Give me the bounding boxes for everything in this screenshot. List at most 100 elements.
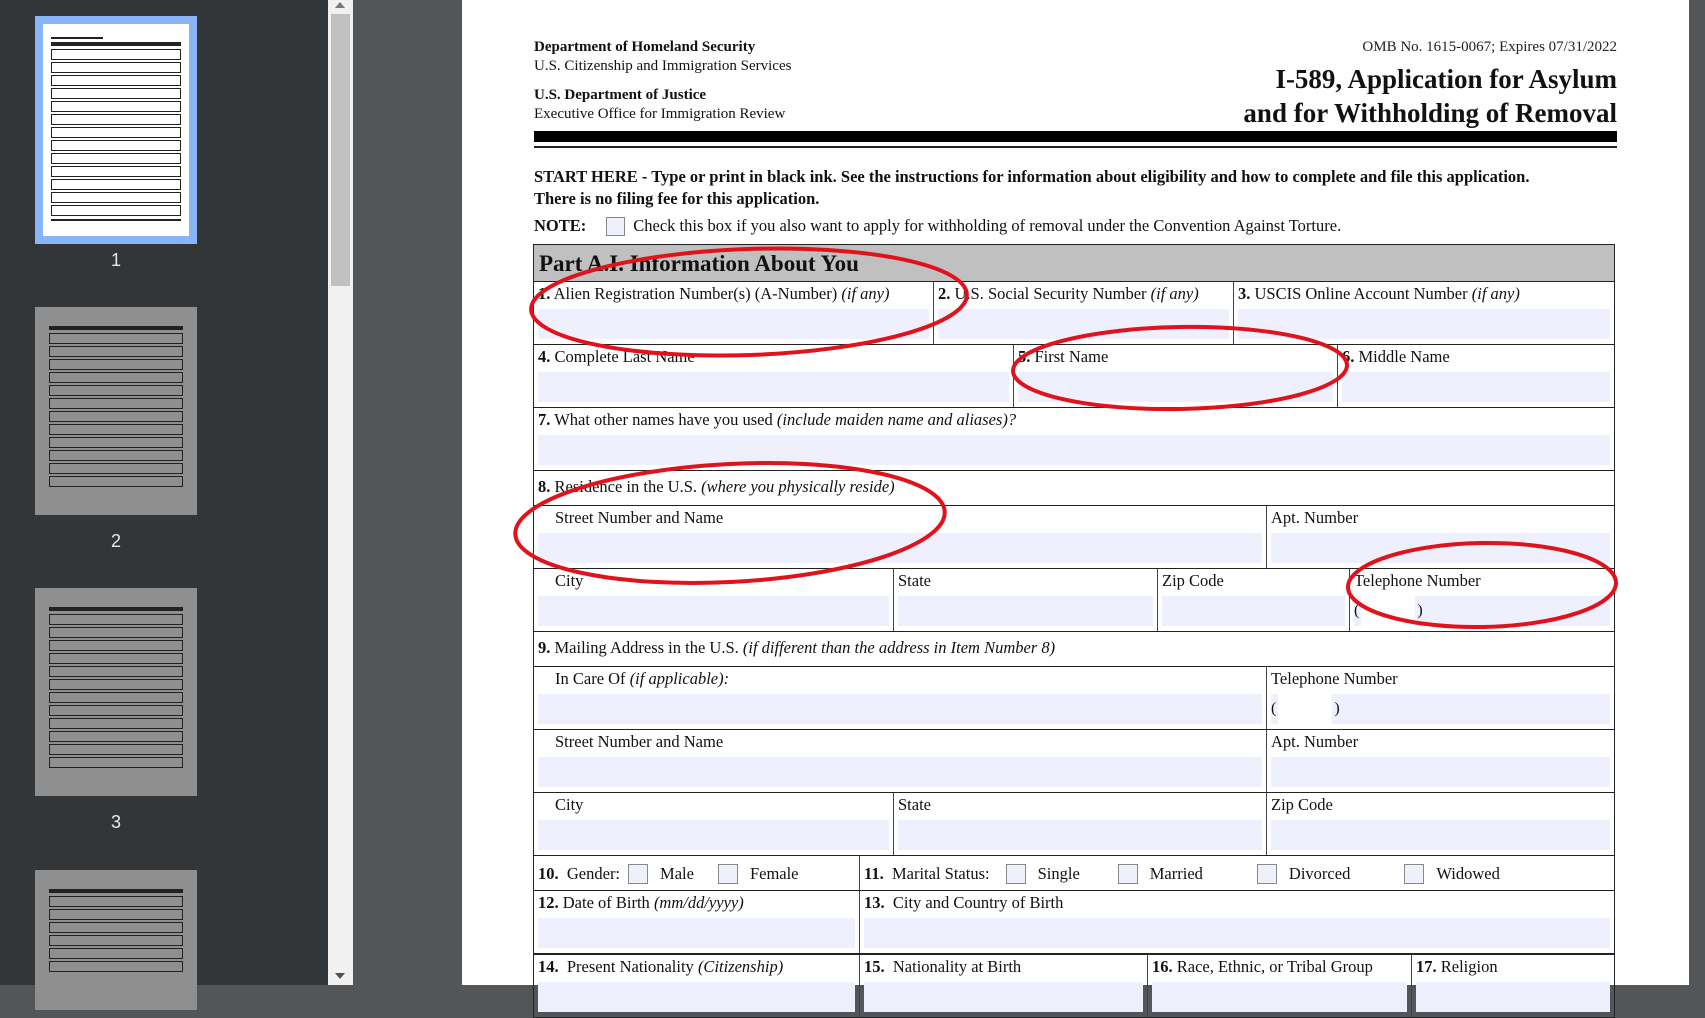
scroll-down-arrow-icon[interactable] bbox=[335, 973, 345, 979]
middle-name-input[interactable] bbox=[1342, 372, 1610, 402]
field-label: USCIS Online Account Number bbox=[1254, 284, 1468, 303]
marital-option-married[interactable]: Married bbox=[1110, 864, 1203, 884]
scrollbar-thumb[interactable] bbox=[331, 14, 350, 286]
scroll-up-arrow-icon[interactable] bbox=[335, 2, 345, 8]
last-name-input[interactable] bbox=[538, 372, 1009, 402]
nationality-input[interactable] bbox=[538, 982, 855, 1012]
residence-street-input[interactable] bbox=[538, 533, 1262, 563]
form-title: and for Withholding of Removal bbox=[1243, 98, 1617, 128]
field-hint: (if any) bbox=[1471, 284, 1520, 303]
field-label: In Care Of bbox=[555, 669, 626, 688]
nationality-cell: 14. Present Nationality (Citizenship) bbox=[534, 955, 860, 1017]
page-thumbnail-3[interactable] bbox=[35, 588, 197, 796]
male-checkbox[interactable] bbox=[628, 864, 649, 884]
marital-option-divorced[interactable]: Divorced bbox=[1249, 864, 1350, 884]
field-label: Residence in the U.S. bbox=[554, 477, 698, 496]
page-number-label: 3 bbox=[110, 812, 121, 832]
thumbnail-preview bbox=[43, 24, 189, 236]
mailing-state-cell: State bbox=[894, 793, 1267, 855]
part-a1-form: Part A.I. Information About You 1. Alien… bbox=[533, 244, 1615, 1018]
item-number: 11. bbox=[864, 864, 884, 883]
mailing-apt-input[interactable] bbox=[1271, 757, 1610, 787]
a-number-cell: 1. Alien Registration Number(s) (A-Numbe… bbox=[534, 282, 934, 344]
residence-phone-cell: Telephone Number () bbox=[1350, 569, 1614, 631]
married-checkbox[interactable] bbox=[1117, 864, 1138, 884]
cat-note: NOTE: Check this box if you also want to… bbox=[534, 216, 1341, 236]
gender-option-female[interactable]: Female bbox=[710, 864, 799, 884]
item-number: 14. bbox=[538, 957, 559, 976]
care-of-input[interactable] bbox=[538, 694, 1262, 724]
widowed-checkbox[interactable] bbox=[1404, 864, 1425, 884]
field-label: Telephone Number bbox=[1271, 669, 1398, 688]
mailing-street-cell: Street Number and Name bbox=[534, 730, 1267, 792]
form-row: 14. Present Nationality (Citizenship) 15… bbox=[534, 954, 1614, 1018]
field-label: City bbox=[555, 571, 584, 590]
omb-number: OMB No. 1615-0067; Expires 07/31/2022 bbox=[1362, 39, 1617, 55]
thumbnail-sidebar: 1 2 3 bbox=[0, 0, 328, 1010]
residence-state-input[interactable] bbox=[898, 596, 1153, 626]
mailing-zip-input[interactable] bbox=[1271, 820, 1610, 850]
field-label: Marital Status: bbox=[891, 864, 990, 883]
a-number-input[interactable] bbox=[538, 309, 929, 339]
area-code-field[interactable] bbox=[1361, 596, 1416, 626]
field-label: First Name bbox=[1034, 347, 1109, 366]
nationality-birth-input[interactable] bbox=[864, 982, 1143, 1012]
residence-city-cell: City bbox=[534, 569, 894, 631]
sidebar-scrollbar[interactable] bbox=[328, 0, 353, 985]
field-label: State bbox=[898, 795, 931, 814]
field-label: State bbox=[898, 571, 931, 590]
form-row: 9. Mailing Address in the U.S. (if diffe… bbox=[534, 632, 1614, 667]
mailing-header: 9. Mailing Address in the U.S. (if diffe… bbox=[534, 632, 1614, 666]
page-thumbnail-2[interactable] bbox=[35, 307, 197, 515]
divorced-checkbox[interactable] bbox=[1256, 864, 1277, 884]
document-page: Department of Homeland Security U.S. Cit… bbox=[462, 0, 1690, 1018]
female-checkbox[interactable] bbox=[717, 864, 738, 884]
ethnic-group-input[interactable] bbox=[1152, 982, 1407, 1012]
other-names-input[interactable] bbox=[538, 435, 1610, 465]
field-label: What other names have you used bbox=[554, 410, 773, 429]
ssn-input[interactable] bbox=[938, 309, 1229, 339]
item-number: 5. bbox=[1018, 347, 1031, 366]
residence-phone-input[interactable]: () bbox=[1354, 596, 1610, 626]
middle-name-cell: 6. Middle Name bbox=[1338, 345, 1614, 407]
option-label: Single bbox=[1037, 864, 1080, 883]
agency-subname: U.S. Citizenship and Immigration Service… bbox=[534, 58, 792, 74]
item-number: 17. bbox=[1416, 957, 1437, 976]
paren: ) bbox=[1334, 700, 1340, 717]
residence-city-input[interactable] bbox=[538, 596, 889, 626]
page-thumbnail-4[interactable] bbox=[35, 870, 197, 1010]
residence-street-cell: Street Number and Name bbox=[534, 506, 1267, 568]
marital-option-widowed[interactable]: Widowed bbox=[1396, 864, 1500, 884]
single-checkbox[interactable] bbox=[1005, 864, 1026, 884]
mailing-zip-cell: Zip Code bbox=[1267, 793, 1614, 855]
uscis-account-input[interactable] bbox=[1238, 309, 1610, 339]
field-label: Present Nationality bbox=[566, 957, 694, 976]
residence-apt-input[interactable] bbox=[1271, 533, 1610, 563]
mailing-city-input[interactable] bbox=[538, 820, 889, 850]
section-header: Part A.I. Information About You bbox=[534, 245, 1614, 282]
field-label: Apt. Number bbox=[1271, 732, 1359, 751]
area-code-field[interactable] bbox=[1278, 694, 1333, 724]
ssn-cell: 2. U.S. Social Security Number (if any) bbox=[934, 282, 1234, 344]
field-label: Complete Last Name bbox=[554, 347, 695, 366]
mailing-street-input[interactable] bbox=[538, 757, 1262, 787]
field-hint: (if any) bbox=[1150, 284, 1199, 303]
form-row: 4. Complete Last Name 5. First Name 6. M… bbox=[534, 345, 1614, 408]
mailing-phone-input[interactable]: () bbox=[1271, 694, 1610, 724]
marital-option-single[interactable]: Single bbox=[998, 864, 1080, 884]
mailing-state-input[interactable] bbox=[898, 820, 1262, 850]
religion-input[interactable] bbox=[1416, 982, 1610, 1012]
residence-zip-input[interactable] bbox=[1162, 596, 1345, 626]
dob-input[interactable] bbox=[538, 918, 855, 948]
item-number: 13. bbox=[864, 893, 885, 912]
field-label: Street Number and Name bbox=[555, 508, 724, 527]
page-thumbnail-1[interactable] bbox=[35, 16, 197, 244]
option-label: Married bbox=[1149, 864, 1203, 883]
first-name-input[interactable] bbox=[1018, 372, 1333, 402]
birthplace-input[interactable] bbox=[864, 918, 1610, 948]
cat-withholding-checkbox[interactable] bbox=[606, 216, 626, 236]
residence-zip-cell: Zip Code bbox=[1158, 569, 1350, 631]
page-number-label: 2 bbox=[110, 531, 121, 551]
form-title: I-589, Application for Asylum bbox=[1275, 64, 1617, 94]
gender-option-male[interactable]: Male bbox=[620, 864, 694, 884]
